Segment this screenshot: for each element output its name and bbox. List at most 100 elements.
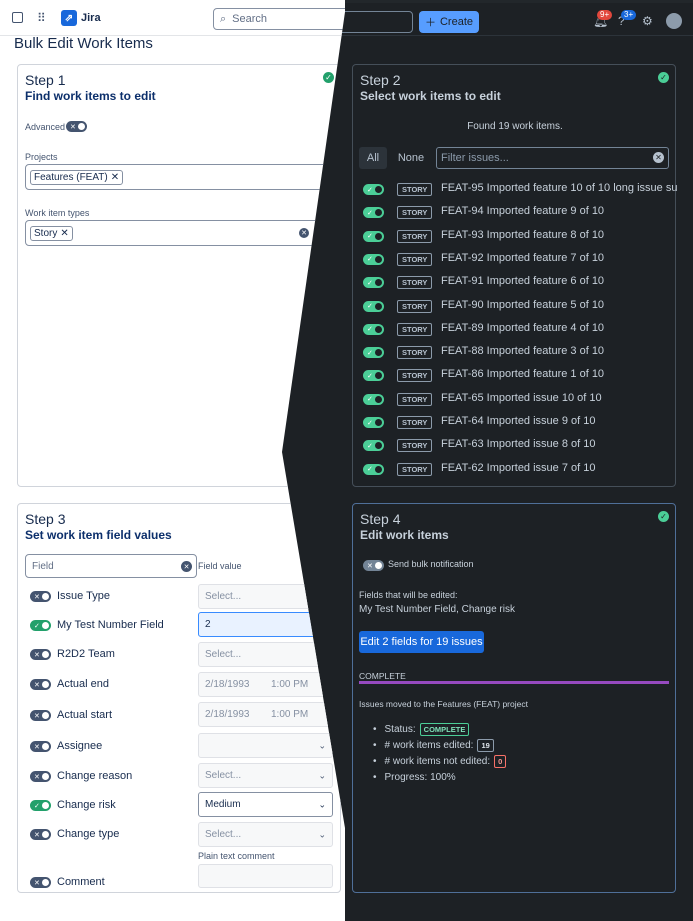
list-item[interactable]: ✓ STORY FEAT-65 Imported issue 10 of 10 — [353, 391, 693, 407]
send-notification-toggle[interactable]: ✕ — [363, 560, 384, 571]
list-item[interactable]: ✓ STORY FEAT-90 Imported feature 5 of 10 — [353, 298, 693, 314]
list-item[interactable]: ✓ STORY FEAT-94 Imported feature 9 of 10 — [353, 204, 693, 220]
list-item[interactable]: ✓ STORY FEAT-92 Imported feature 7 of 10 — [353, 251, 693, 267]
step3-title: Step 3 — [25, 511, 66, 527]
issue-summary[interactable]: FEAT-62 Imported issue 7 of 10 — [441, 462, 595, 474]
clear-filter-icon[interactable]: ✕ — [653, 152, 664, 163]
issue-summary[interactable]: FEAT-63 Imported issue 8 of 10 — [441, 438, 595, 450]
assignee-select[interactable]: ⌄ — [198, 733, 333, 758]
step3-panel: Step 3 Set work item field values ✓ Fiel… — [17, 503, 341, 893]
change-reason-toggle[interactable]: ✕ — [30, 771, 51, 782]
story-type-badge: STORY — [397, 439, 433, 453]
issue-select-toggle[interactable]: ✓ — [363, 253, 384, 265]
avatar[interactable] — [666, 13, 682, 29]
list-item[interactable]: ✓ STORY FEAT-62 Imported issue 7 of 10 — [353, 461, 693, 477]
remove-chip-icon[interactable]: ✕ — [111, 172, 119, 183]
select-all-button[interactable]: All — [359, 147, 387, 169]
comment-textarea[interactable] — [198, 864, 333, 888]
issue-summary[interactable]: FEAT-91 Imported feature 6 of 10 — [441, 275, 604, 287]
issue-select-toggle[interactable]: ✓ — [363, 300, 384, 312]
story-type-badge: STORY — [397, 183, 433, 196]
found-count: Found 19 work items. — [467, 121, 563, 132]
list-item[interactable]: ✓ STORY FEAT-88 Imported feature 3 of 10 — [353, 344, 693, 360]
issue-select-toggle[interactable]: ✓ — [363, 370, 384, 382]
fields-edited-label: Fields that will be edited: — [359, 590, 458, 600]
issue-select-toggle[interactable]: ✓ — [363, 184, 384, 195]
issue-summary[interactable]: FEAT-86 Imported feature 1 of 10 — [441, 368, 604, 380]
change-reason-label: Change reason — [57, 770, 133, 782]
settings-gear-icon[interactable]: ⚙ — [642, 14, 653, 28]
field-search-input[interactable]: Field ✕ — [25, 554, 197, 578]
projects-label: Projects — [25, 152, 58, 162]
select-none-button[interactable]: None — [393, 147, 429, 169]
comment-toggle[interactable]: ✕ — [30, 877, 51, 888]
issue-summary[interactable]: FEAT-88 Imported feature 3 of 10 — [441, 345, 604, 357]
advanced-toggle[interactable]: ✕ — [66, 121, 87, 132]
list-item[interactable]: ✓ STORY FEAT-93 Imported feature 8 of 10 — [353, 228, 693, 244]
work-item-types-select[interactable]: Story✕ ✕ ⌄ — [25, 220, 334, 246]
issue-select-toggle[interactable]: ✓ — [363, 393, 384, 405]
list-item: # work items edited:19 — [373, 737, 506, 753]
list-item[interactable]: ✓ STORY FEAT-63 Imported issue 8 of 10 — [353, 437, 693, 453]
r2d2-team-toggle[interactable]: ✕ — [30, 649, 51, 660]
change-type-toggle[interactable]: ✕ — [30, 829, 51, 840]
story-type-badge: STORY — [397, 416, 433, 429]
issue-select-toggle[interactable]: ✓ — [363, 417, 384, 428]
issue-type-toggle[interactable]: ✕ — [30, 591, 51, 602]
actual-end-toggle[interactable]: ✕ — [30, 679, 51, 690]
change-risk-select[interactable]: Medium ⌄ — [198, 792, 333, 817]
issue-summary[interactable]: FEAT-64 Imported issue 9 of 10 — [441, 415, 595, 427]
clear-field-icon[interactable]: ✕ — [181, 561, 192, 572]
issue-summary[interactable]: FEAT-93 Imported feature 8 of 10 — [441, 229, 604, 241]
list-item[interactable]: ✓ STORY FEAT-95 Imported feature 10 of 10 … — [353, 181, 693, 197]
issue-summary[interactable]: FEAT-94 Imported feature 9 of 10 — [441, 205, 604, 217]
assignee-toggle[interactable]: ✕ — [30, 741, 51, 752]
change-reason-select[interactable]: Select... ⌄ — [198, 763, 333, 788]
list-item[interactable]: ✓ STORY FEAT-91 Imported feature 6 of 10 — [353, 274, 693, 290]
issue-summary[interactable]: FEAT-89 Imported feature 4 of 10 — [441, 322, 604, 334]
issue-select-toggle[interactable]: ✓ — [363, 277, 384, 289]
list-item[interactable]: ✓ STORY FEAT-64 Imported issue 9 of 10 — [353, 414, 693, 430]
remove-chip-icon[interactable]: ✕ — [60, 228, 68, 239]
app-switcher-icon[interactable]: ⠿ — [37, 11, 46, 25]
jira-logo-icon[interactable]: ⇗ — [61, 10, 77, 26]
issue-select-toggle[interactable]: ✓ — [363, 207, 384, 219]
projects-select[interactable]: Features (FEAT)✕ ⌄ — [25, 164, 334, 190]
filter-issues-input[interactable]: Filter issues... ✕ — [436, 147, 669, 169]
issue-summary[interactable]: FEAT-92 Imported feature 7 of 10 — [441, 252, 604, 264]
edit-fields-button[interactable]: Edit 2 fields for 19 issues — [359, 631, 484, 653]
list-item[interactable]: ✓ STORY FEAT-89 Imported feature 4 of 10 — [353, 321, 693, 337]
change-risk-toggle[interactable]: ✓ — [30, 800, 51, 811]
list-item: Progress: 100% — [373, 769, 506, 785]
summary-list: Status:COMPLETE # work items edited:19 #… — [373, 721, 507, 785]
story-type-badge: STORY — [397, 299, 433, 313]
issue-select-toggle[interactable]: ✓ — [363, 230, 384, 242]
actual-start-toggle[interactable]: ✕ — [30, 710, 51, 721]
list-item[interactable]: ✓ STORY FEAT-86 Imported feature 1 of 10 — [353, 367, 693, 383]
field-value-header: Field value — [198, 561, 242, 571]
issue-select-toggle[interactable]: ✓ — [363, 323, 384, 335]
actual-end-input[interactable]: 2/18/1993 1:00 PM — [198, 672, 333, 697]
issue-select-toggle[interactable]: ✓ — [363, 463, 384, 475]
advanced-label: Advanced — [25, 122, 66, 132]
issue-select-toggle[interactable]: ✓ — [363, 347, 384, 359]
step1-subtitle: Find work items to edit — [25, 89, 156, 103]
story-type-badge: STORY — [397, 229, 433, 243]
story-type-badge: STORY — [397, 322, 433, 336]
test-number-toggle[interactable]: ✓ — [30, 620, 51, 631]
issue-summary[interactable]: FEAT-65 Imported issue 10 of 10 — [441, 392, 602, 404]
issue-summary[interactable]: FEAT-90 Imported feature 5 of 10 — [441, 299, 604, 311]
app-name: Jira — [81, 12, 101, 24]
issue-select-toggle[interactable]: ✓ — [363, 440, 384, 452]
type-chip: Story ✕ — [30, 225, 73, 241]
clear-icon[interactable]: ✕ — [299, 228, 309, 238]
change-type-select[interactable]: Select... ⌄ — [198, 822, 333, 847]
actual-start-label: Actual start — [57, 709, 113, 721]
story-type-badge: STORY — [397, 392, 433, 406]
search-icon: ⌕ — [220, 12, 227, 25]
r2d2-team-select[interactable]: Select...⌄ — [198, 642, 333, 667]
sidebar-toggle-icon[interactable] — [12, 12, 23, 23]
create-button-dark[interactable]: ＋ Create — [419, 11, 479, 33]
actual-start-input[interactable]: 2/18/1993 1:00 PM — [198, 702, 333, 727]
issue-summary[interactable]: FEAT-95 Imported feature 10 of 10 long i… — [441, 182, 677, 194]
